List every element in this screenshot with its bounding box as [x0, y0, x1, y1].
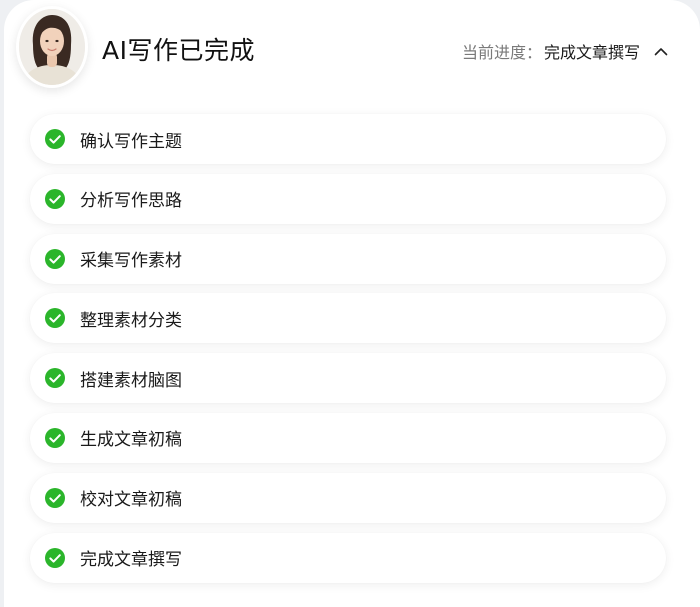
- woman-portrait-avatar-icon: [19, 9, 85, 85]
- step-item: 校对文章初稿: [30, 472, 666, 523]
- step-label: 确认写作主题: [80, 131, 182, 152]
- check-circle-icon: [44, 248, 66, 270]
- progress-label: 当前进度：: [461, 43, 542, 62]
- step-label: 校对文章初稿: [80, 490, 182, 511]
- collapse-toggle-button[interactable]: [652, 42, 670, 60]
- step-label: 分析写作思路: [80, 191, 182, 212]
- card-header: AI写作已完成 当前进度： 完成文章撰写: [4, 0, 700, 104]
- step-item: 分析写作思路: [30, 173, 666, 224]
- step-label: 生成文章初稿: [80, 430, 182, 451]
- writing-progress-card: AI写作已完成 当前进度： 完成文章撰写 确认写作主题 分析写作思路 采集写作素…: [4, 0, 700, 607]
- step-item: 搭建素材脑图: [30, 353, 666, 404]
- step-item: 生成文章初稿: [30, 412, 666, 463]
- page-title: AI写作已完成: [102, 36, 255, 65]
- check-circle-icon: [44, 487, 66, 509]
- step-label: 采集写作素材: [80, 251, 182, 272]
- chevron-up-icon: [654, 47, 668, 55]
- progress-value: 完成文章撰写: [543, 43, 640, 62]
- step-list: 确认写作主题 分析写作思路 采集写作素材 整理素材分类 搭建素材脑图 生成文章初…: [30, 114, 666, 592]
- check-circle-icon: [44, 307, 66, 329]
- step-label: 整理素材分类: [80, 310, 182, 331]
- check-circle-icon: [44, 367, 66, 389]
- avatar: [16, 6, 88, 88]
- progress-indicator: 当前进度： 完成文章撰写: [462, 38, 670, 64]
- step-item: 采集写作素材: [30, 233, 666, 284]
- check-circle-icon: [44, 188, 66, 210]
- step-item: 整理素材分类: [30, 293, 666, 344]
- step-label: 完成文章撰写: [80, 550, 182, 571]
- step-label: 搭建素材脑图: [80, 370, 182, 391]
- check-circle-icon: [44, 547, 66, 569]
- step-item: 完成文章撰写: [30, 532, 666, 583]
- check-circle-icon: [44, 128, 66, 150]
- check-circle-icon: [44, 427, 66, 449]
- step-item: 确认写作主题: [30, 114, 666, 164]
